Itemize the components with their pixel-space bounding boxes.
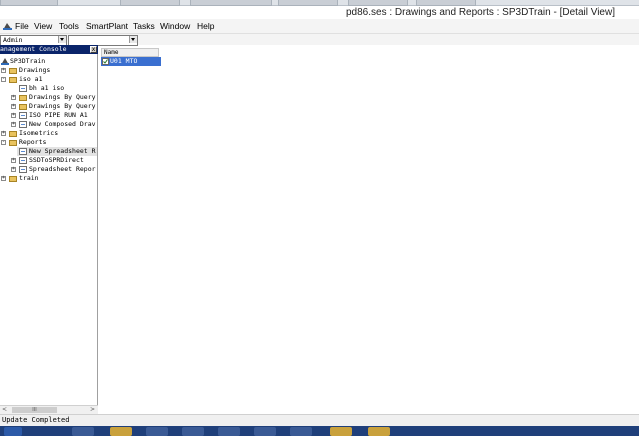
tree-node-label: New Composed Drav	[29, 120, 96, 128]
taskbar-app-button[interactable]	[254, 427, 276, 436]
menu-view[interactable]: View	[34, 21, 52, 31]
menu-bar: File View Tools SmartPlant Tasks Window …	[0, 19, 639, 34]
management-console-header: anagement Console x	[0, 45, 98, 54]
list-item[interactable]: U01 MTO	[101, 57, 161, 66]
taskbar-app-button[interactable]	[110, 427, 132, 436]
scroll-left-icon[interactable]: <	[0, 406, 9, 414]
folder-icon	[9, 140, 17, 146]
report-document-icon	[19, 85, 27, 92]
expand-icon[interactable]: +	[11, 113, 16, 118]
taskbar-app-button[interactable]	[290, 427, 312, 436]
query-folder-icon	[19, 95, 27, 101]
tree-node-label: bh a1 iso	[29, 84, 65, 92]
management-console-title: anagement Console	[0, 45, 67, 53]
menu-help[interactable]: Help	[197, 21, 214, 31]
tree-node-label: Drawings	[19, 66, 51, 74]
taskbar-app-button[interactable]	[330, 427, 352, 436]
tree-node-label: Reports	[19, 138, 47, 146]
tree-node-label: Drawings By Query	[29, 102, 96, 110]
toolbar: Admin	[0, 34, 639, 46]
expand-icon[interactable]: +	[11, 158, 16, 163]
menu-smartplant[interactable]: SmartPlant	[86, 21, 128, 31]
expand-icon[interactable]: +	[1, 176, 6, 181]
name-column-header[interactable]: Name	[101, 48, 159, 57]
tree-node-new-spreadsheet-report[interactable]: New Spreadsheet R	[17, 147, 97, 156]
tree-node-label: train	[19, 174, 39, 182]
tree-node-label: iso a1	[19, 75, 43, 83]
expand-icon[interactable]: +	[11, 167, 16, 172]
tree-node-label: ISO PIPE RUN A1	[29, 111, 88, 119]
report-document-icon	[19, 157, 27, 164]
chevron-down-icon[interactable]	[129, 36, 137, 43]
tree-node-label: SP3DTrain	[10, 57, 46, 65]
menu-window[interactable]: Window	[160, 21, 190, 31]
menu-tasks[interactable]: Tasks	[133, 21, 155, 31]
app-logo-icon	[1, 58, 9, 65]
status-bar: Update Completed	[0, 414, 639, 426]
taskbar-app-button[interactable]	[368, 427, 390, 436]
tree-node-label: New Spreadsheet R	[29, 147, 96, 155]
start-button[interactable]	[4, 427, 22, 436]
tree-node-label: Drawings By Query	[29, 93, 96, 101]
report-document-icon	[19, 166, 27, 173]
role-combo-value: Admin	[3, 36, 23, 44]
scroll-right-icon[interactable]: >	[88, 406, 97, 414]
scrollbar-thumb[interactable]: III	[12, 407, 57, 413]
expand-icon[interactable]: +	[11, 104, 16, 109]
app-logo-icon[interactable]	[2, 21, 13, 31]
name-column-label: Name	[104, 49, 119, 56]
report-document-icon	[19, 121, 27, 128]
list-item-name: U01 MTO	[110, 57, 138, 65]
console-horizontal-scrollbar[interactable]: < III >	[0, 405, 98, 414]
menu-file[interactable]: File	[15, 21, 29, 31]
taskbar	[0, 426, 639, 436]
folder-icon	[9, 68, 17, 74]
folder-icon	[9, 77, 17, 83]
query-folder-icon	[19, 104, 27, 110]
tree-node-label: Spreadsheet Repor	[29, 165, 96, 173]
expand-icon[interactable]: +	[11, 122, 16, 127]
window-title: pd86.ses : Drawings and Reports : SP3DTr…	[345, 7, 615, 18]
taskbar-app-button[interactable]	[218, 427, 240, 436]
folder-icon	[9, 176, 17, 182]
expand-icon[interactable]: +	[1, 131, 6, 136]
tree-node-label: Isometrics	[19, 129, 59, 137]
expand-icon[interactable]: +	[1, 68, 6, 73]
tree-node-label: SSDToSPRDirect	[29, 156, 84, 164]
close-icon[interactable]: x	[90, 46, 97, 53]
collapse-icon[interactable]: -	[1, 77, 6, 82]
menu-tools[interactable]: Tools	[59, 21, 79, 31]
taskbar-app-button[interactable]	[182, 427, 204, 436]
taskbar-app-button[interactable]	[146, 427, 168, 436]
status-text: Update Completed	[2, 416, 70, 424]
report-document-icon	[19, 112, 27, 119]
report-document-icon	[102, 58, 109, 65]
chevron-down-icon[interactable]	[58, 36, 66, 43]
report-document-icon	[19, 148, 27, 155]
folder-icon	[9, 131, 17, 137]
taskbar-app-button[interactable]	[72, 427, 94, 436]
collapse-icon[interactable]: -	[1, 140, 6, 145]
expand-icon[interactable]: +	[11, 95, 16, 100]
